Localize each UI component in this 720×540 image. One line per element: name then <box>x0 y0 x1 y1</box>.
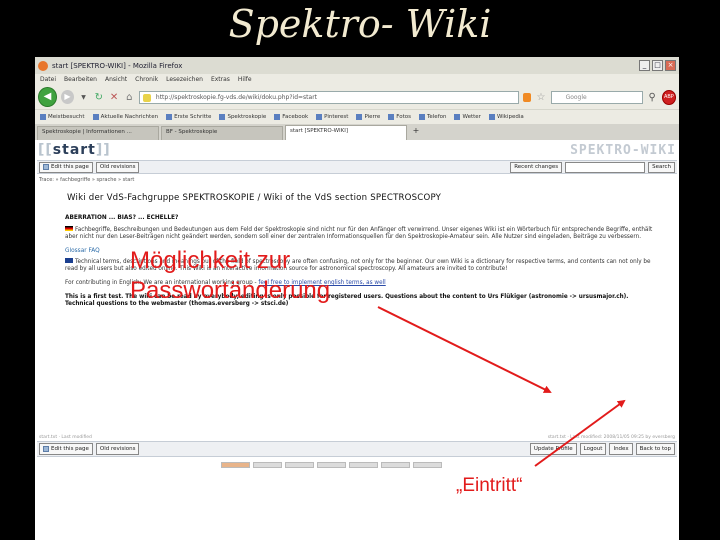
section-heading: ABERRATION ... BIAS? ... ECHELLE? <box>65 215 179 221</box>
slide-title: Spektro- Wiki <box>228 2 492 46</box>
maximize-button[interactable]: □ <box>652 60 663 71</box>
footer-badge[interactable] <box>221 462 250 468</box>
paragraph-german: Fachbegriffe, Beschreibungen und Bedeutu… <box>65 226 653 240</box>
bookmark-item[interactable]: Erste Schritte <box>166 114 211 120</box>
footer-badge[interactable] <box>253 462 282 468</box>
footer-badge[interactable] <box>413 462 442 468</box>
bookmark-icon <box>488 114 495 120</box>
wiki-page: [[start]] SPEKTRO-WIKI Edit this page Ol… <box>35 140 679 540</box>
stop-icon[interactable]: ✕ <box>108 92 119 103</box>
bookmark-item[interactable]: Pinterest <box>316 114 348 120</box>
uk-flag-icon <box>65 258 73 263</box>
menu-bearbeiten[interactable]: Bearbeiten <box>64 76 97 83</box>
bookmark-icon <box>316 114 323 120</box>
wiki-page-id[interactable]: [[start]] <box>38 142 111 158</box>
edit-icon <box>43 164 49 170</box>
tab-spektroskopie-info[interactable]: Spektroskopie | Informationen ... <box>37 126 159 140</box>
old-revisions-bottom-button[interactable]: Old revisions <box>95 443 140 455</box>
edit-icon <box>43 446 49 452</box>
new-tab-button[interactable]: + <box>409 126 423 140</box>
footer-badge[interactable] <box>285 462 314 468</box>
rss-icon[interactable] <box>522 92 532 102</box>
menu-bar: Datei Bearbeiten Ansicht Chronik Lesezei… <box>35 74 679 85</box>
adblock-icon[interactable]: ABP <box>661 89 676 105</box>
bookmark-icon <box>454 114 461 120</box>
footer-badge[interactable] <box>317 462 346 468</box>
annotation-password-change: Möglichkeit zur Passwortänderung <box>130 246 330 306</box>
back-icon[interactable]: ◀ <box>38 87 57 107</box>
url-text: http://spektroskopie.fg-vds.de/wiki/doku… <box>155 93 318 101</box>
page-title: Wiki der VdS-Fachgruppe SPEKTROSKOPIE / … <box>67 193 442 203</box>
footer-badge[interactable] <box>381 462 410 468</box>
search-input[interactable]: Google <box>550 90 643 104</box>
annotation-line-2: Passwortänderung <box>130 277 331 304</box>
minimize-button[interactable]: _ <box>639 60 650 71</box>
german-flag-icon <box>65 226 73 231</box>
bookmarks-toolbar: Meistbesucht Aktuelle Nachrichten Erste … <box>35 109 679 124</box>
bookmark-icon <box>219 114 226 120</box>
menu-ansicht[interactable]: Ansicht <box>105 76 127 83</box>
back-to-top-button[interactable]: Back to top <box>635 443 675 455</box>
menu-chronik[interactable]: Chronik <box>135 76 158 83</box>
window-title: start [SPEKTRO-WIKI] - Mozilla Firefox <box>52 61 183 70</box>
window-titlebar: start [SPEKTRO-WIKI] - Mozilla Firefox _… <box>35 57 679 74</box>
tab-spektro-wiki[interactable]: start [SPEKTRO-WIKI] <box>285 125 407 140</box>
annotation-line-1: Möglichkeit zur <box>130 247 291 274</box>
search-icon[interactable]: ⚲ <box>647 92 658 103</box>
bookmark-icon <box>388 114 395 120</box>
edit-page-button[interactable]: Edit this page <box>39 161 93 173</box>
bookmark-icon <box>166 114 173 120</box>
bookmark-icon <box>274 114 281 120</box>
footer-last-modified: start.txt · Last modified: 2008/11/05 09… <box>547 435 675 440</box>
dropdown-arrow-icon[interactable]: ▼ <box>78 94 89 101</box>
bookmark-item[interactable]: Pierre <box>356 114 380 120</box>
menu-lesezeichen[interactable]: Lesezeichen <box>166 76 203 83</box>
wiki-logo[interactable]: SPEKTRO-WIKI <box>570 143 676 158</box>
footer-left-info: start.txt · Last modified <box>39 435 92 440</box>
bookmark-item[interactable]: Wikipedia <box>488 114 524 120</box>
bookmark-item[interactable]: Spektroskopie <box>219 114 266 120</box>
breadcrumb-trace: Trace: » fachbegriffe » sprache » start <box>39 177 135 183</box>
bookmark-item[interactable]: Meistbesucht <box>40 114 85 120</box>
bookmark-item[interactable]: Wetter <box>454 114 481 120</box>
index-button[interactable]: Index <box>609 443 633 455</box>
wiki-bottom-actionbar: Edit this page Old revisions Update Prof… <box>37 441 677 457</box>
wiki-search-button[interactable]: Search <box>648 161 675 173</box>
close-window-button[interactable]: × <box>665 60 676 71</box>
bookmark-item[interactable]: Facebook <box>274 114 308 120</box>
bookmark-icon <box>92 114 99 120</box>
bookmark-item[interactable]: Fotos <box>388 114 411 120</box>
bookmark-item[interactable]: Aktuelle Nachrichten <box>92 114 158 120</box>
recent-changes-button[interactable]: Recent changes <box>510 161 563 173</box>
menu-datei[interactable]: Datei <box>40 76 56 83</box>
edit-page-bottom-button[interactable]: Edit this page <box>39 443 93 455</box>
forward-icon[interactable]: ▶ <box>60 90 74 104</box>
bookmark-icon <box>418 114 425 120</box>
menu-hilfe[interactable]: Hilfe <box>238 76 252 83</box>
firefox-icon <box>38 60 48 71</box>
menu-extras[interactable]: Extras <box>211 76 230 83</box>
bookmark-icon <box>356 114 363 120</box>
url-bar[interactable]: http://spektroskopie.fg-vds.de/wiki/doku… <box>138 90 519 104</box>
wiki-top-actionbar: Edit this page Old revisions Recent chan… <box>37 160 677 174</box>
wiki-search-input[interactable] <box>565 161 646 173</box>
site-favicon-icon <box>142 93 151 102</box>
bookmark-star-icon[interactable]: ☆ <box>535 92 546 103</box>
footer-badges <box>221 462 442 468</box>
wiki-header: [[start]] SPEKTRO-WIKI <box>35 140 679 160</box>
tab-bar: Spektroskopie | Informationen ... BF - S… <box>35 124 679 140</box>
old-revisions-button[interactable]: Old revisions <box>95 161 140 173</box>
navigation-toolbar: ◀ ▶ ▼ ↻ ✕ ⌂ http://spektroskopie.fg-vds.… <box>35 85 679 109</box>
update-profile-button[interactable]: Update Profile <box>529 443 577 455</box>
tab-bf-spektroskopie[interactable]: BF - Spektroskopie <box>161 126 283 140</box>
logout-button[interactable]: Logout <box>579 443 607 455</box>
bookmark-item[interactable]: Telefon <box>418 114 446 120</box>
bookmark-icon <box>40 114 46 120</box>
annotation-entry: „Eintritt“ <box>456 475 523 496</box>
reload-icon[interactable]: ↻ <box>93 92 104 103</box>
wiki-content: Wiki der VdS-Fachgruppe SPEKTROSKOPIE / … <box>35 183 655 308</box>
home-icon[interactable]: ⌂ <box>124 92 135 103</box>
footer-badge[interactable] <box>349 462 378 468</box>
